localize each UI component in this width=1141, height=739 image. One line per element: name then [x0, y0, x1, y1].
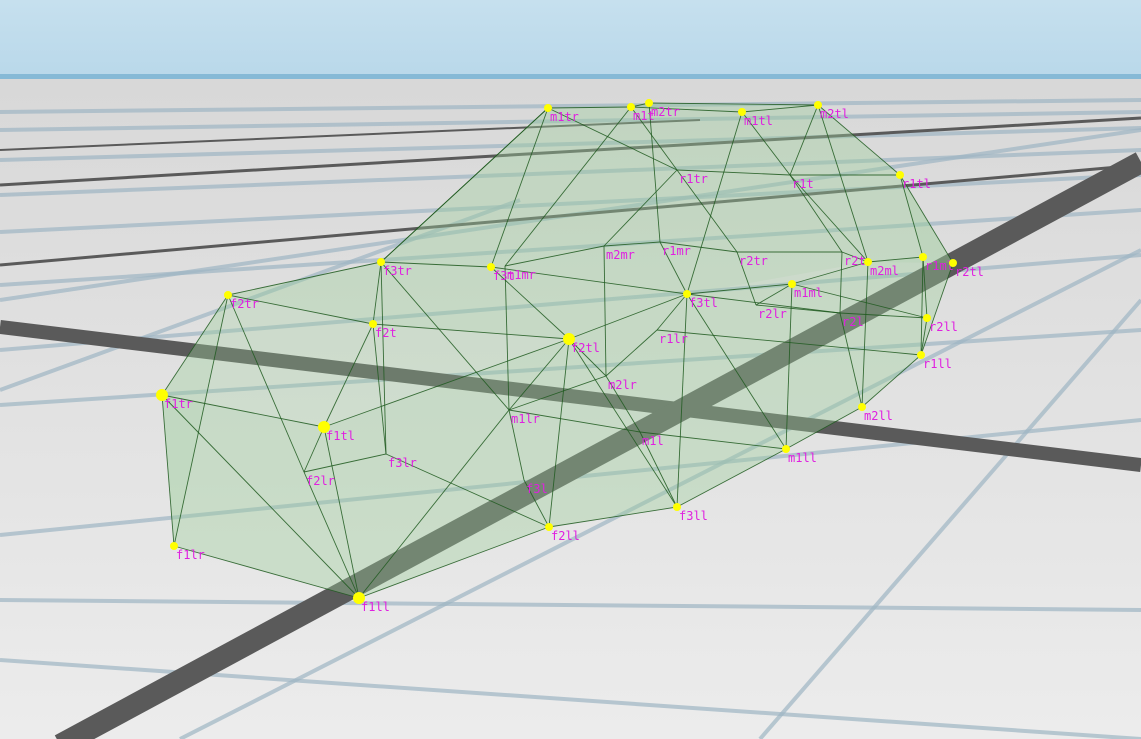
node-label: m1tl: [744, 114, 773, 128]
node-label: m2lr: [608, 378, 637, 392]
node-label: f3lr: [388, 456, 417, 470]
node-label: r2lr: [758, 307, 787, 321]
node-label: m1lr: [511, 412, 540, 426]
node-label: f2tl: [571, 341, 600, 355]
scene-canvas[interactable]: m1tr m1tm2trm1tl m2tlr1tr r1t r1tlm2mr r1mrr2…: [0, 0, 1141, 739]
node-label: m1ml: [794, 286, 823, 300]
node-label: r1mr: [662, 244, 691, 258]
sky: [0, 0, 1141, 76]
node-label: r1lr: [659, 332, 688, 346]
viewport-3d[interactable]: m1tr m1t m2tr m1tl m2tl r1tr r1t r1tl m2mr r1mr r2…: [0, 0, 1141, 739]
node-label: r1t: [792, 177, 814, 191]
node-r2l[interactable]: r2l: [842, 315, 864, 329]
node-label: f3l: [526, 482, 548, 496]
node-r1tr[interactable]: r1tr: [679, 172, 708, 186]
node-label: f1ll: [361, 600, 390, 614]
node-r2lr[interactable]: r2lr: [758, 307, 787, 321]
node-m2lr[interactable]: m2lr: [608, 378, 637, 392]
node-f3l[interactable]: f3l: [526, 482, 548, 496]
node-label: m1tr: [550, 110, 579, 124]
node-m1lr[interactable]: m1lr: [511, 412, 540, 426]
node-label: r2tl: [955, 265, 984, 279]
node-label: f3tr: [383, 264, 412, 278]
node-label: r2tr: [739, 254, 768, 268]
node-label: r1tl: [902, 177, 931, 191]
node-r2t[interactable]: r2t: [844, 254, 866, 268]
node-label: f2ll: [551, 529, 580, 543]
node-label: r1tr: [679, 172, 708, 186]
node-r2tr[interactable]: r2tr: [739, 254, 768, 268]
node-m1l[interactable]: m1l: [642, 434, 664, 448]
node-label: f3tl: [689, 296, 718, 310]
node-label: f3ll: [679, 509, 708, 523]
node-label: m2ll: [864, 409, 893, 423]
node-label: m1ll: [788, 451, 817, 465]
horizon-band: [0, 74, 1141, 79]
node-label: f1tl: [326, 429, 355, 443]
node-label: r2t: [844, 254, 866, 268]
node-label: f3t: [493, 269, 515, 283]
node-m2mr[interactable]: m2mr: [606, 248, 635, 262]
node-r1mr[interactable]: r1mr: [662, 244, 691, 258]
node-label: r2ll: [929, 320, 958, 334]
node-label: m2tr: [651, 105, 680, 119]
node-r1t[interactable]: r1t: [792, 177, 814, 191]
node-label: r2l: [842, 315, 864, 329]
node-label: f1tr: [164, 397, 193, 411]
node-f2lr[interactable]: f2lr: [306, 474, 335, 488]
node-label: m2tl: [820, 107, 849, 121]
node-label: m1l: [642, 434, 664, 448]
node-label: r1ll: [923, 357, 952, 371]
node-f3lr[interactable]: f3lr: [388, 456, 417, 470]
node-label: f1lr: [176, 548, 205, 562]
node-label: m2mr: [606, 248, 635, 262]
node-label: f2tr: [230, 297, 259, 311]
node-label: m2ml: [870, 264, 899, 278]
node-r1lr[interactable]: r1lr: [659, 332, 688, 346]
node-label: f2t: [375, 326, 397, 340]
node-label: f2lr: [306, 474, 335, 488]
